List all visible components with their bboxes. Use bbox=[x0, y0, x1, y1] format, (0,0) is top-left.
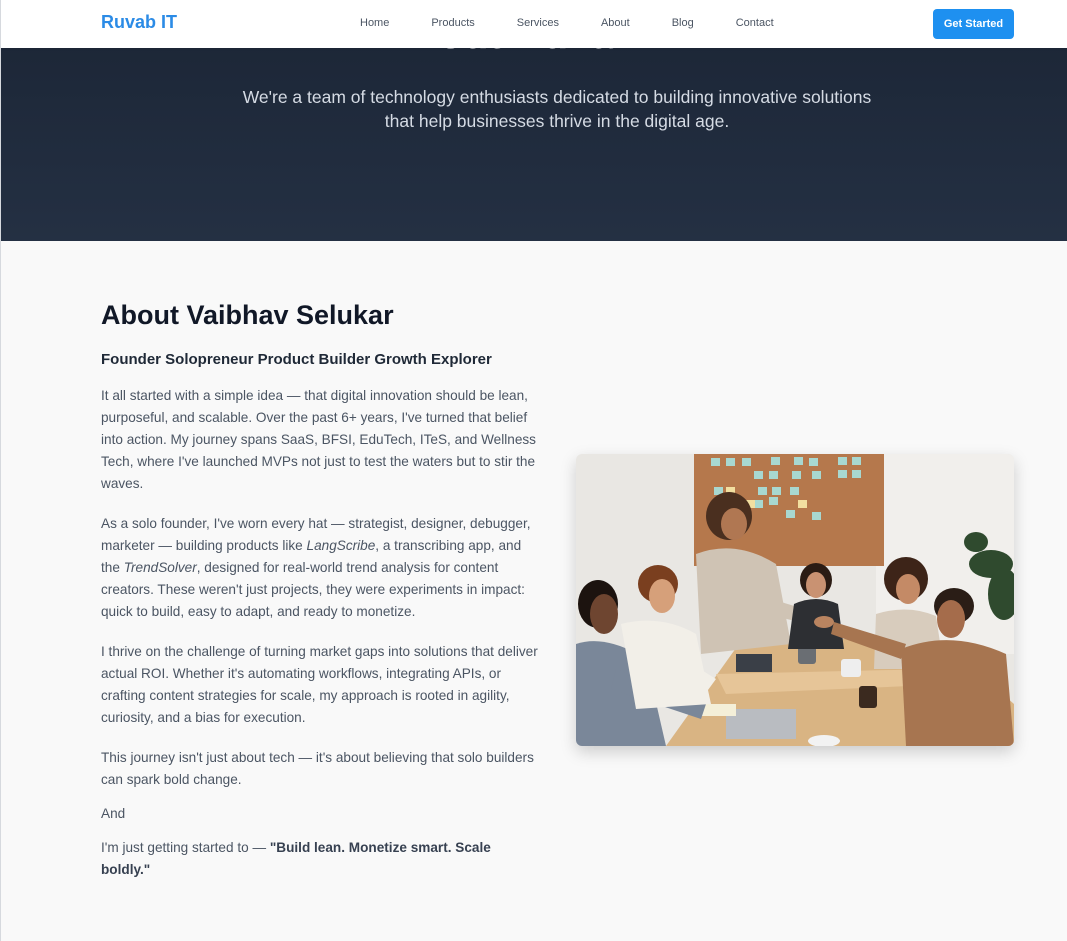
about-closing: I'm just getting started to — "Build lea… bbox=[101, 837, 541, 881]
page: About Ruvab IT We're a team of technolog… bbox=[0, 0, 1067, 941]
nav-link-blog[interactable]: Blog bbox=[672, 17, 694, 29]
hero-subtitle: We're a team of technology enthusiasts d… bbox=[242, 87, 872, 131]
team-meeting-photo bbox=[576, 454, 1014, 746]
product-trendsolver: TrendSolver bbox=[123, 560, 197, 575]
product-langscribe: LangScribe bbox=[306, 538, 376, 553]
about-paragraph-3: I thrive on the challenge of turning mar… bbox=[101, 644, 538, 725]
closing-text: I'm just getting started to — bbox=[101, 840, 270, 855]
about-paragraph-1: It all started with a simple idea — that… bbox=[101, 388, 536, 491]
nav-link-contact[interactable]: Contact bbox=[736, 17, 774, 29]
nav-links: Home Products Services About Blog Contac… bbox=[360, 17, 816, 29]
get-started-button[interactable]: Get Started bbox=[933, 9, 1014, 39]
top-navbar: Ruvab IT Home Products Services About Bl… bbox=[1, 0, 1067, 48]
about-content: About Vaibhav Selukar Founder Solopreneu… bbox=[101, 297, 541, 881]
about-paragraph-5: And bbox=[101, 806, 126, 821]
brand-logo[interactable]: Ruvab IT bbox=[101, 12, 177, 33]
about-paragraph-4: This journey isn't just about tech — it'… bbox=[101, 750, 534, 787]
about-title: About Vaibhav Selukar bbox=[101, 300, 394, 330]
about-paragraph-2: As a solo founder, I've worn every hat —… bbox=[101, 513, 541, 623]
nav-link-about[interactable]: About bbox=[601, 17, 630, 29]
nav-link-home[interactable]: Home bbox=[360, 17, 389, 29]
nav-link-services[interactable]: Services bbox=[517, 17, 559, 29]
about-roles: Founder Solopreneur Product Builder Grow… bbox=[101, 351, 492, 368]
nav-link-products[interactable]: Products bbox=[431, 17, 474, 29]
